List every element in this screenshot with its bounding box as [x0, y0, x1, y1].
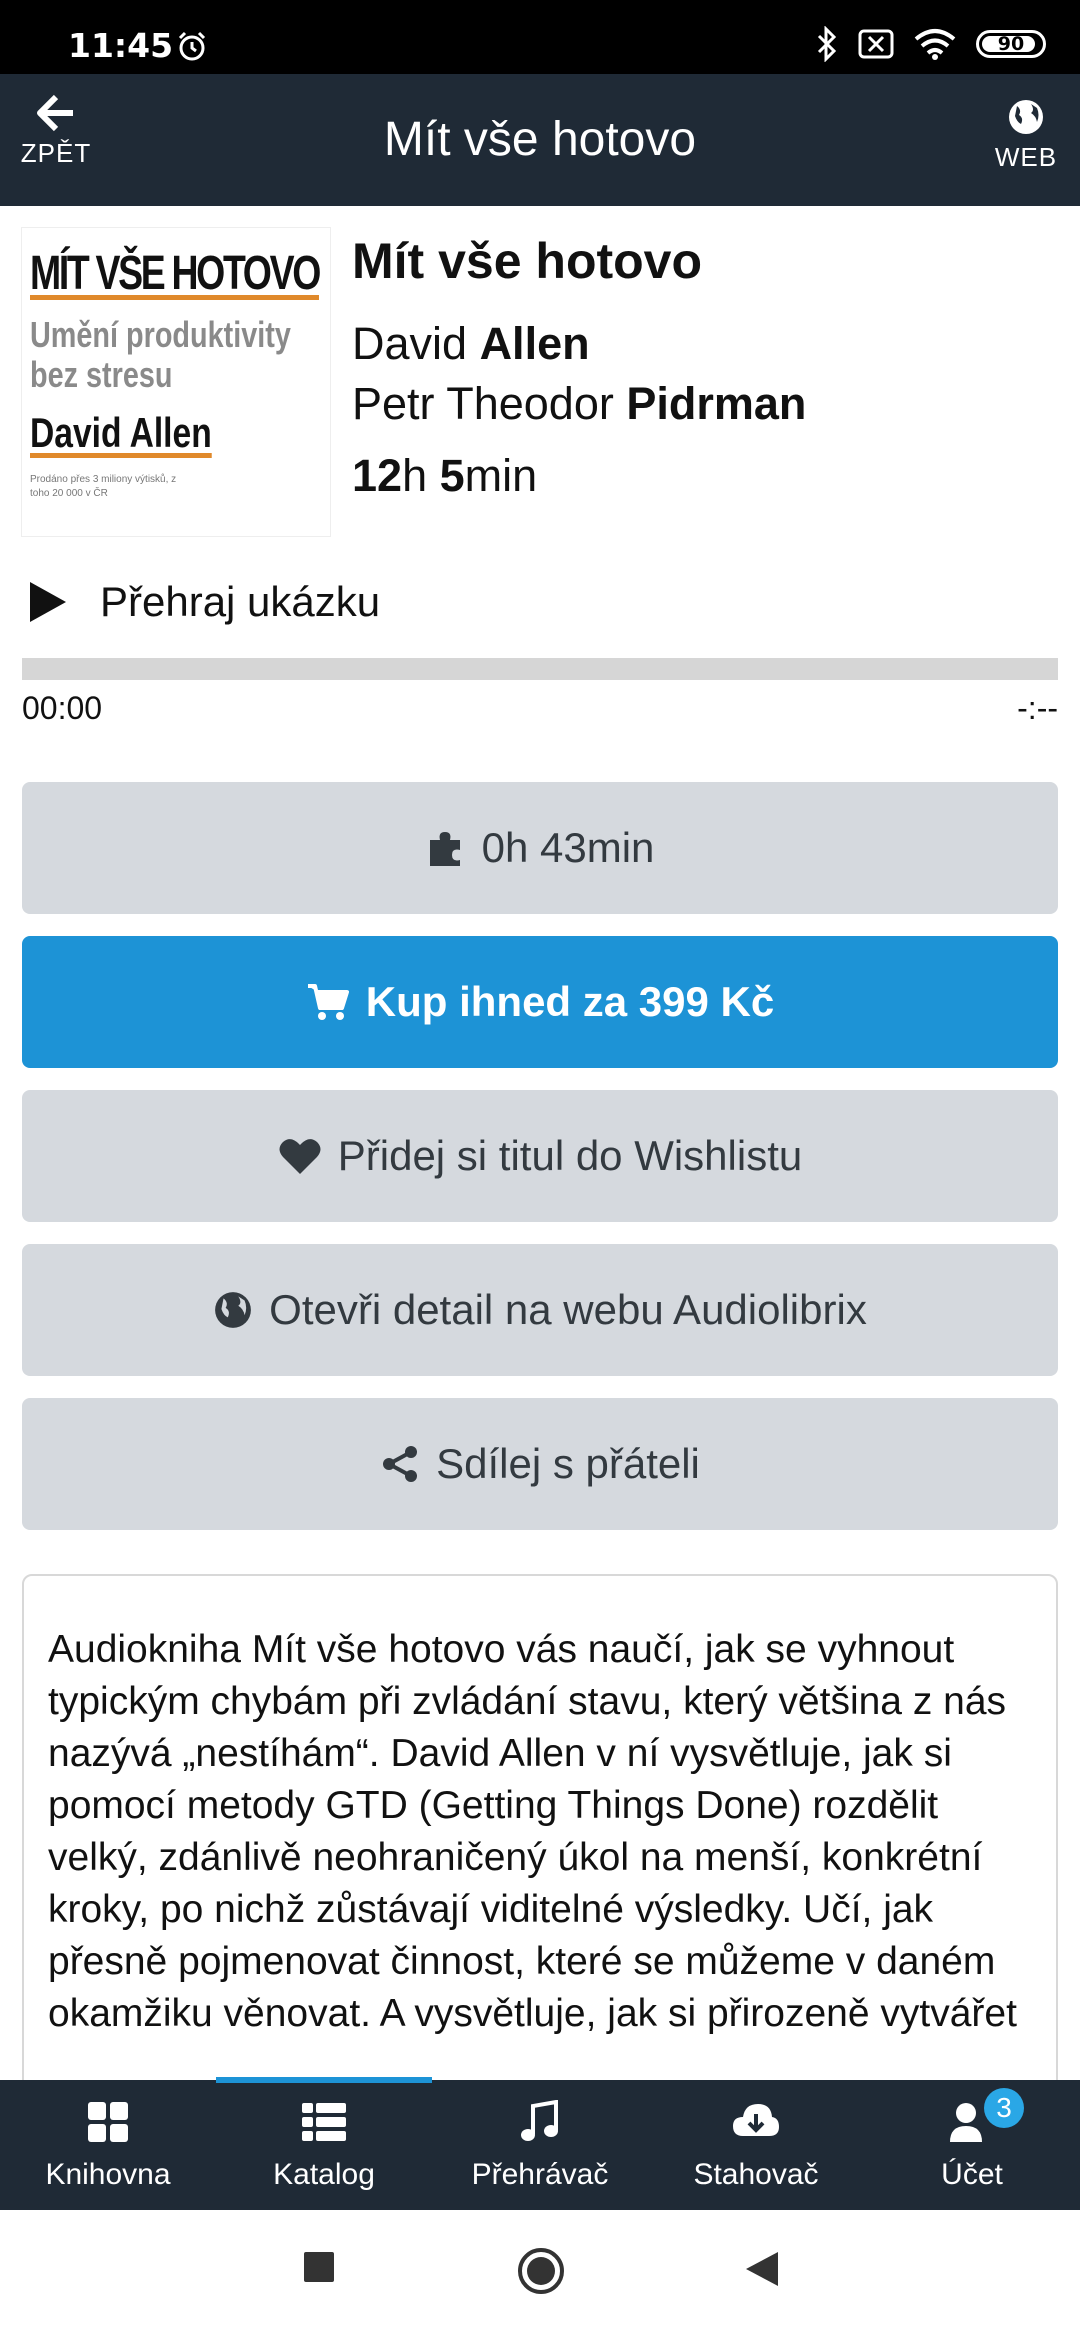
status-time: 11:45	[68, 26, 174, 65]
alarm-icon	[178, 31, 206, 61]
sim-off-icon	[858, 29, 894, 59]
notification-badge: 3	[984, 2088, 1024, 2128]
nav-label: Účet	[941, 2158, 1003, 2191]
heart-icon	[279, 1139, 321, 1174]
music-note-icon	[521, 2100, 558, 2141]
open-web-label: Otevři detail na webu Audiolibrix	[269, 1286, 867, 1333]
sample-total-time: -:--	[1017, 690, 1058, 726]
battery-icon: 90	[976, 30, 1046, 58]
battery-level: 90	[997, 33, 1025, 55]
list-icon	[302, 2103, 346, 2141]
cart-icon	[307, 984, 349, 1020]
play-sample-label: Přehraj ukázku	[100, 578, 381, 625]
home-icon[interactable]	[516, 2246, 566, 2296]
active-tab-indicator	[216, 2077, 432, 2083]
grid-icon	[88, 2102, 128, 2142]
sample-length-button[interactable]: 0h 43min	[22, 782, 1058, 914]
sample-current-time: 00:00	[22, 690, 103, 726]
cover-note: Prodáno přes 3 miliony výtisků, z toho 2…	[30, 474, 177, 499]
recent-apps-icon[interactable]	[302, 2250, 336, 2284]
web-label: WEB	[994, 142, 1058, 172]
bottom-nav: Knihovna Katalog Přehrávač Stahovač 3 Úč…	[0, 2080, 1080, 2210]
status-bar: 11:45 90	[0, 0, 1080, 74]
nav-item-knihovna[interactable]: Knihovna	[0, 2080, 216, 2210]
nav-item-ucet[interactable]: 3 Účet	[864, 2080, 1080, 2210]
nav-label: Stahovač	[693, 2158, 819, 2191]
wishlist-label: Přidej si titul do Wishlistu	[337, 1132, 803, 1179]
nav-item-stahovac[interactable]: Stahovač	[648, 2080, 864, 2210]
buy-label: Kup ihned za 399 Kč	[365, 978, 775, 1025]
page-title: Mít vše hotovo	[383, 113, 697, 166]
status-icons: 90	[816, 24, 1046, 64]
system-nav-bar	[0, 2210, 1080, 2340]
cover-title: MÍT VŠE HOTOVO	[30, 247, 321, 300]
web-button[interactable]: WEB	[990, 98, 1062, 173]
cover-subtitle: Umění produktivity bez stresu	[30, 314, 291, 395]
book-cover: MÍT VŠE HOTOVO Umění produktivity bez st…	[22, 228, 330, 536]
cloud-download-icon	[733, 2104, 779, 2136]
play-sample-button[interactable]: Přehraj ukázku	[28, 570, 380, 634]
book-author: David Allen	[352, 318, 590, 369]
sample-progress-bar[interactable]	[22, 658, 1058, 680]
nav-label: Knihovna	[45, 2158, 171, 2191]
open-web-button[interactable]: Otevři detail na webu Audiolibrix	[22, 1244, 1058, 1376]
back-nav-icon[interactable]	[744, 2250, 780, 2288]
play-icon	[30, 582, 66, 622]
sample-length-label: 0h 43min	[481, 824, 655, 871]
description-box[interactable]: Audiokniha Mít vše hotovo vás naučí, jak…	[22, 1574, 1058, 2134]
nav-item-prehravac[interactable]: Přehrávač	[432, 2080, 648, 2210]
globe-icon	[215, 1292, 252, 1328]
nav-item-katalog[interactable]: Katalog	[216, 2080, 432, 2210]
share-icon	[383, 1446, 418, 1482]
buy-button[interactable]: Kup ihned za 399 Kč	[22, 936, 1058, 1068]
bluetooth-icon	[817, 26, 837, 62]
book-narrator: Petr Theodor Pidrman	[352, 378, 807, 429]
description-text: Audiokniha Mít vše hotovo vás naučí, jak…	[48, 1628, 1017, 2035]
puzzle-icon	[429, 832, 460, 866]
nav-label: Katalog	[273, 2158, 375, 2191]
share-button[interactable]: Sdílej s přáteli	[22, 1398, 1058, 1530]
share-label: Sdílej s přáteli	[436, 1440, 700, 1487]
book-duration: 12h 5min	[352, 450, 538, 501]
book-title: Mít vše hotovo	[352, 233, 703, 289]
cover-author: David Allen	[30, 409, 212, 456]
wishlist-button[interactable]: Přidej si titul do Wishlistu	[22, 1090, 1058, 1222]
app-header: ZPĚT Mít vše hotovo WEB	[0, 74, 1080, 206]
globe-icon	[1009, 100, 1043, 134]
wifi-icon	[914, 29, 956, 60]
nav-label: Přehrávač	[471, 2158, 609, 2191]
